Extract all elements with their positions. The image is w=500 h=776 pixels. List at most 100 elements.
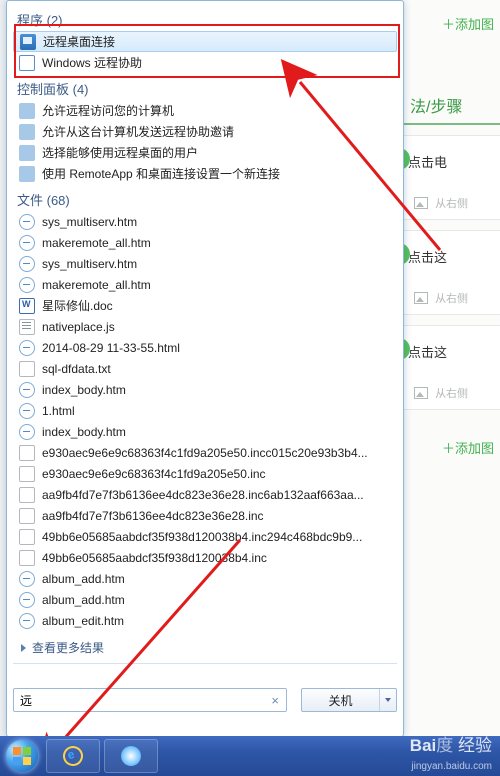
inc-icon — [19, 445, 35, 461]
taskbar-ie-button[interactable] — [46, 739, 100, 773]
search-box[interactable]: × — [13, 688, 287, 712]
inc-icon — [19, 529, 35, 545]
ie-icon — [61, 744, 85, 768]
search-result-label: 星际修仙.doc — [42, 297, 113, 314]
search-result-item[interactable]: 允许从这台计算机发送远程协助邀请 — [13, 121, 397, 142]
search-result-item[interactable]: 星际修仙.doc — [13, 295, 397, 316]
search-input[interactable] — [18, 692, 268, 708]
steps-header: 法/步骤 — [410, 93, 500, 117]
search-result-item[interactable]: 选择能够使用远程桌面的用户 — [13, 142, 397, 163]
search-result-label: nativeplace.js — [42, 320, 115, 334]
search-result-item[interactable]: sql-dfdata.txt — [13, 358, 397, 379]
search-result-item[interactable]: 远程桌面连接 — [13, 31, 397, 52]
search-result-label: 远程桌面连接 — [43, 33, 115, 50]
group-programs-title: 程序 (2) — [13, 4, 397, 31]
group-files-title: 文件 (68) — [13, 184, 397, 211]
htm-icon — [19, 235, 35, 251]
search-result-label: Windows 远程协助 — [42, 54, 142, 71]
search-result-item[interactable]: 49bb6e05685aabdcf35f938d120038b4.inc — [13, 547, 397, 568]
search-result-item[interactable]: sys_multiserv.htm — [13, 253, 397, 274]
search-result-label: sys_multiserv.htm — [42, 257, 137, 271]
cpl-icon — [19, 124, 35, 140]
step-image-source: 从右侧 — [414, 195, 468, 211]
cpl-icon — [19, 166, 35, 182]
start-menu-footer: × 关机 — [13, 663, 397, 728]
search-result-item[interactable]: 允许远程访问您的计算机 — [13, 100, 397, 121]
inc-icon — [19, 550, 35, 566]
search-result-item[interactable]: makeremote_all.htm — [13, 274, 397, 295]
chevron-right-icon — [21, 644, 26, 652]
see-more-results[interactable]: 查看更多结果 — [13, 631, 397, 660]
see-more-label: 查看更多结果 — [32, 639, 104, 656]
step-item: 2 点击这 从右侧 — [400, 230, 500, 315]
search-result-label: makeremote_all.htm — [42, 236, 151, 250]
watermark: Bai度 经验 jingyan.baidu.com — [410, 731, 492, 772]
search-result-item[interactable]: Windows 远程协助 — [13, 52, 397, 73]
page-background: ＋添加图 法/步骤 1 点击电 从右侧 2 点击这 从右侧 3 — [399, 0, 500, 736]
search-result-item[interactable]: album_add.htm — [13, 589, 397, 610]
search-result-item[interactable]: nativeplace.js — [13, 316, 397, 337]
search-result-label: 2014-08-29 11-33-55.html — [42, 341, 180, 355]
search-result-item[interactable]: e930aec9e6e9c68363f4c1fd9a205e50.incc015… — [13, 442, 397, 463]
search-result-label: aa9fb4fd7e7f3b6136ee4dc823e36e28.inc6ab1… — [42, 488, 364, 502]
search-result-item[interactable]: sys_multiserv.htm — [13, 211, 397, 232]
search-result-label: e930aec9e6e9c68363f4c1fd9a205e50.incc015… — [42, 446, 368, 460]
search-result-label: 1.html — [42, 404, 75, 418]
steps-list: 1 点击电 从右侧 2 点击这 从右侧 3 点击这 — [400, 123, 500, 410]
step-text: 点击这 — [408, 247, 500, 266]
step-text: 点击电 — [408, 152, 500, 171]
shutdown-dropdown[interactable] — [379, 689, 396, 711]
step-image-source: 从右侧 — [414, 385, 468, 401]
search-result-label: 49bb6e05685aabdcf35f938d120038b4.inc294c… — [42, 530, 362, 544]
search-result-item[interactable]: album_add.htm — [13, 568, 397, 589]
htm-icon — [19, 382, 35, 398]
search-result-item[interactable]: 1.html — [13, 400, 397, 421]
inc-icon — [19, 487, 35, 503]
cpl-icon — [19, 103, 35, 119]
shutdown-button[interactable]: 关机 — [301, 688, 397, 712]
add-image-link[interactable]: ＋添加图 — [400, 438, 494, 457]
clear-search-icon[interactable]: × — [268, 693, 282, 708]
txt-icon — [19, 361, 35, 377]
search-result-label: 49bb6e05685aabdcf35f938d120038b4.inc — [42, 551, 267, 565]
taskbar-media-button[interactable] — [104, 739, 158, 773]
start-button[interactable] — [0, 736, 44, 776]
step-item: 1 点击电 从右侧 — [400, 135, 500, 220]
search-result-label: makeremote_all.htm — [42, 278, 151, 292]
picture-icon — [414, 387, 428, 399]
step-image-source: 从右侧 — [414, 290, 468, 306]
inc-icon — [19, 466, 35, 482]
search-result-item[interactable]: album_edit.htm — [13, 610, 397, 631]
search-result-label: index_body.htm — [42, 383, 126, 397]
search-result-label: album_add.htm — [42, 572, 125, 586]
search-result-item[interactable]: aa9fb4fd7e7f3b6136ee4dc823e36e28.inc6ab1… — [13, 484, 397, 505]
search-result-item[interactable]: aa9fb4fd7e7f3b6136ee4dc823e36e28.inc — [13, 505, 397, 526]
search-result-label: sql-dfdata.txt — [42, 362, 111, 376]
search-result-label: 允许远程访问您的计算机 — [42, 102, 174, 119]
htm-icon — [19, 613, 35, 629]
windows-orb-icon — [6, 740, 38, 772]
start-menu-panel: 程序 (2) 远程桌面连接 Windows 远程协助 控制面板 (4) 允许远程访… — [6, 0, 404, 737]
search-result-label: 允许从这台计算机发送远程协助邀请 — [42, 123, 234, 140]
add-image-link[interactable]: ＋添加图 — [400, 0, 500, 33]
search-result-item[interactable]: makeremote_all.htm — [13, 232, 397, 253]
htm-icon — [19, 256, 35, 272]
search-result-item[interactable]: e930aec9e6e9c68363f4c1fd9a205e50.inc — [13, 463, 397, 484]
htm-icon — [19, 592, 35, 608]
htm-icon — [19, 403, 35, 419]
htm-icon — [19, 424, 35, 440]
htm-icon — [19, 214, 35, 230]
search-result-item[interactable]: index_body.htm — [13, 421, 397, 442]
help-icon — [19, 55, 35, 71]
htm-icon — [19, 277, 35, 293]
search-result-label: aa9fb4fd7e7f3b6136ee4dc823e36e28.inc — [42, 509, 264, 523]
search-result-item[interactable]: 49bb6e05685aabdcf35f938d120038b4.inc294c… — [13, 526, 397, 547]
media-icon — [121, 746, 141, 766]
inc-icon — [19, 508, 35, 524]
search-result-item[interactable]: 使用 RemoteApp 和桌面连接设置一个新连接 — [13, 163, 397, 184]
js-icon — [19, 319, 35, 335]
search-result-item[interactable]: 2014-08-29 11-33-55.html — [13, 337, 397, 358]
taskbar: Bai度 经验 jingyan.baidu.com — [0, 736, 500, 776]
group-controlpanel-title: 控制面板 (4) — [13, 73, 397, 100]
search-result-item[interactable]: index_body.htm — [13, 379, 397, 400]
